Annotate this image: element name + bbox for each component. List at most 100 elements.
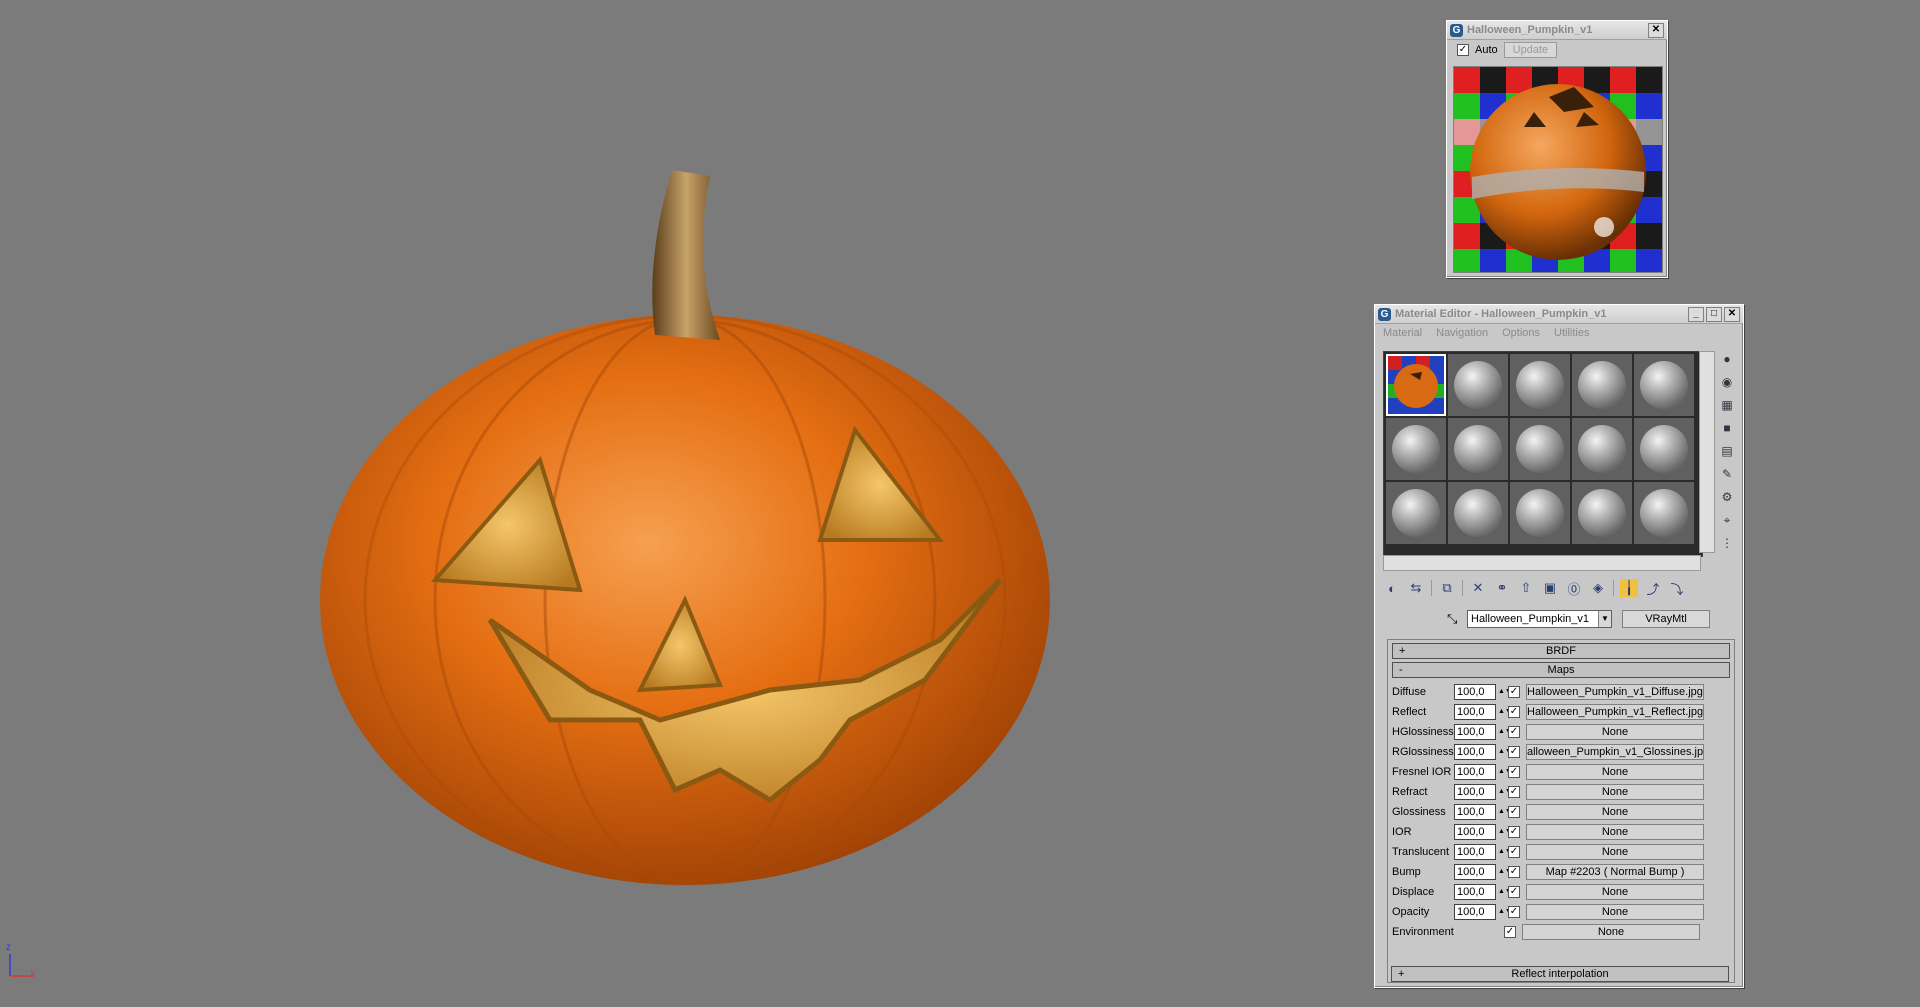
close-icon[interactable]: ✕ — [1724, 306, 1740, 322]
map-enable-checkbox[interactable]: ✓ — [1508, 786, 1520, 798]
material-type-button[interactable]: VRayMtl — [1622, 610, 1710, 628]
map-enable-checkbox[interactable]: ✓ — [1508, 706, 1520, 718]
uv-tiling-icon[interactable]: ■ — [1719, 420, 1735, 436]
sample-slot[interactable] — [1448, 482, 1508, 544]
material-name-field[interactable]: Halloween_Pumpkin_v1 ▼ — [1467, 610, 1612, 628]
sample-slot-pumpkin[interactable] — [1386, 354, 1446, 416]
close-icon[interactable]: ✕ — [1648, 22, 1664, 38]
options-icon[interactable]: ⚙ — [1719, 489, 1735, 505]
map-slot-button[interactable]: Halloween_Pumpkin_v1_Reflect.jpg) — [1526, 704, 1704, 720]
map-slot-button[interactable]: None — [1526, 724, 1704, 740]
map-slot-button[interactable]: None — [1526, 784, 1704, 800]
map-enable-checkbox[interactable]: ✓ — [1508, 866, 1520, 878]
show-map-in-viewport-icon[interactable]: ◈ — [1589, 579, 1607, 597]
sample-slot[interactable] — [1572, 354, 1632, 416]
map-amount-spinner[interactable]: 100,0 — [1454, 704, 1496, 720]
map-enable-checkbox[interactable]: ✓ — [1508, 686, 1520, 698]
sample-slot[interactable] — [1634, 482, 1694, 544]
map-amount-spinner[interactable]: 100,0 — [1454, 884, 1496, 900]
get-material-icon[interactable]: ◐ — [1383, 579, 1401, 597]
effects-channel-icon[interactable]: ⓪ — [1565, 579, 1583, 597]
go-forward-to-sibling-icon[interactable]: ⤵ — [1668, 579, 1686, 597]
spinner-arrows-icon[interactable]: ▲▼ — [1498, 748, 1512, 755]
map-amount-spinner[interactable]: 100,0 — [1454, 844, 1496, 860]
spinner-arrows-icon[interactable]: ▲▼ — [1498, 908, 1512, 915]
map-amount-spinner[interactable]: 100,0 — [1454, 904, 1496, 920]
sample-slot[interactable] — [1448, 418, 1508, 480]
sample-slot[interactable] — [1572, 418, 1632, 480]
menu-options[interactable]: Options — [1502, 327, 1540, 339]
sample-slot[interactable] — [1572, 482, 1632, 544]
spinner-arrows-icon[interactable]: ▲▼ — [1498, 688, 1512, 695]
map-slot-button[interactable]: None — [1526, 904, 1704, 920]
chevron-down-icon[interactable]: ▼ — [1598, 611, 1611, 627]
map-slot-button[interactable]: None — [1526, 844, 1704, 860]
menu-utilities[interactable]: Utilities — [1554, 327, 1589, 339]
update-button[interactable]: Update — [1503, 42, 1558, 58]
map-amount-spinner[interactable]: 100,0 — [1454, 804, 1496, 820]
pick-material-icon[interactable]: ⤡ — [1447, 611, 1457, 627]
rollout-brdf[interactable]: + BRDF — [1392, 643, 1730, 659]
sample-slot[interactable] — [1510, 354, 1570, 416]
spinner-arrows-icon[interactable]: ▲▼ — [1498, 708, 1512, 715]
background-checker-icon[interactable]: ▦ — [1719, 397, 1735, 413]
map-slot-button[interactable]: None — [1526, 764, 1704, 780]
minimize-icon[interactable]: _ — [1688, 306, 1704, 322]
spinner-arrows-icon[interactable]: ▲▼ — [1498, 728, 1512, 735]
make-unique-icon[interactable]: ⚭ — [1493, 579, 1511, 597]
spinner-arrows-icon[interactable]: ▲▼ — [1498, 888, 1512, 895]
backlight-icon[interactable]: ◉ — [1719, 374, 1735, 390]
material-editor-window[interactable]: G Material Editor - Halloween_Pumpkin_v1… — [1374, 304, 1744, 988]
menu-navigation[interactable]: Navigation — [1436, 327, 1488, 339]
sample-slot[interactable] — [1634, 418, 1694, 480]
map-enable-checkbox[interactable]: ✓ — [1508, 726, 1520, 738]
put-to-scene-icon[interactable]: ⇆ — [1407, 579, 1425, 597]
video-color-check-icon[interactable]: ▤ — [1719, 443, 1735, 459]
map-enable-checkbox[interactable]: ✓ — [1508, 746, 1520, 758]
map-amount-spinner[interactable]: 100,0 — [1454, 744, 1496, 760]
map-amount-spinner[interactable]: 100,0 — [1454, 824, 1496, 840]
slots-vertical-scrollbar[interactable] — [1699, 351, 1715, 553]
sample-slot[interactable] — [1386, 482, 1446, 544]
spinner-arrows-icon[interactable]: ▲▼ — [1498, 868, 1512, 875]
map-amount-spinner[interactable]: 100,0 — [1454, 764, 1496, 780]
reset-map-icon[interactable]: ✕ — [1469, 579, 1487, 597]
slots-horizontal-scrollbar[interactable] — [1383, 555, 1701, 571]
put-to-library-icon[interactable]: ⇧ — [1517, 579, 1535, 597]
sample-slot[interactable] — [1634, 354, 1694, 416]
rollout-maps[interactable]: - Maps — [1392, 662, 1730, 678]
map-slot-button[interactable]: None — [1526, 884, 1704, 900]
map-slot-button[interactable]: Map #2203 ( Normal Bump ) — [1526, 864, 1704, 880]
map-slot-button[interactable]: Halloween_Pumpkin_v1_Diffuse.jpg) — [1526, 684, 1704, 700]
sample-slot[interactable] — [1386, 418, 1446, 480]
material-navigator-icon[interactable]: ⋮ — [1719, 535, 1735, 551]
spinner-arrows-icon[interactable]: ▲▼ — [1498, 828, 1512, 835]
sample-type-icon[interactable]: ● — [1719, 351, 1735, 367]
map-amount-spinner[interactable]: 100,0 — [1454, 784, 1496, 800]
map-enable-checkbox[interactable]: ✓ — [1504, 926, 1516, 938]
map-enable-checkbox[interactable]: ✓ — [1508, 826, 1520, 838]
map-amount-spinner[interactable]: 100,0 — [1454, 724, 1496, 740]
map-enable-checkbox[interactable]: ✓ — [1508, 906, 1520, 918]
map-slot-button[interactable]: None — [1522, 924, 1700, 940]
map-enable-checkbox[interactable]: ✓ — [1508, 846, 1520, 858]
map-slot-button[interactable]: None — [1526, 804, 1704, 820]
spinner-arrows-icon[interactable]: ▲▼ — [1498, 848, 1512, 855]
sample-slot[interactable] — [1510, 418, 1570, 480]
sample-slot[interactable] — [1510, 482, 1570, 544]
editor-titlebar[interactable]: G Material Editor - Halloween_Pumpkin_v1… — [1375, 305, 1743, 324]
material-preview-window[interactable]: G Halloween_Pumpkin_v1 ✕ ✓ Auto Update — [1446, 20, 1668, 278]
map-enable-checkbox[interactable]: ✓ — [1508, 806, 1520, 818]
spinner-arrows-icon[interactable]: ▲▼ — [1498, 768, 1512, 775]
auto-checkbox[interactable]: ✓ — [1457, 44, 1469, 56]
map-enable-checkbox[interactable]: ✓ — [1508, 766, 1520, 778]
map-enable-checkbox[interactable]: ✓ — [1508, 886, 1520, 898]
spinner-arrows-icon[interactable]: ▲▼ — [1498, 788, 1512, 795]
preview-titlebar[interactable]: G Halloween_Pumpkin_v1 ✕ — [1447, 21, 1667, 40]
sample-slot[interactable] — [1448, 354, 1508, 416]
maximize-icon[interactable]: □ — [1706, 306, 1722, 322]
spinner-arrows-icon[interactable]: ▲▼ — [1498, 808, 1512, 815]
show-end-result-icon[interactable]: ╽ — [1620, 579, 1638, 597]
rollout-reflect-interpolation[interactable]: + Reflect interpolation — [1391, 966, 1729, 982]
go-to-parent-icon[interactable]: ⤴ — [1644, 579, 1662, 597]
